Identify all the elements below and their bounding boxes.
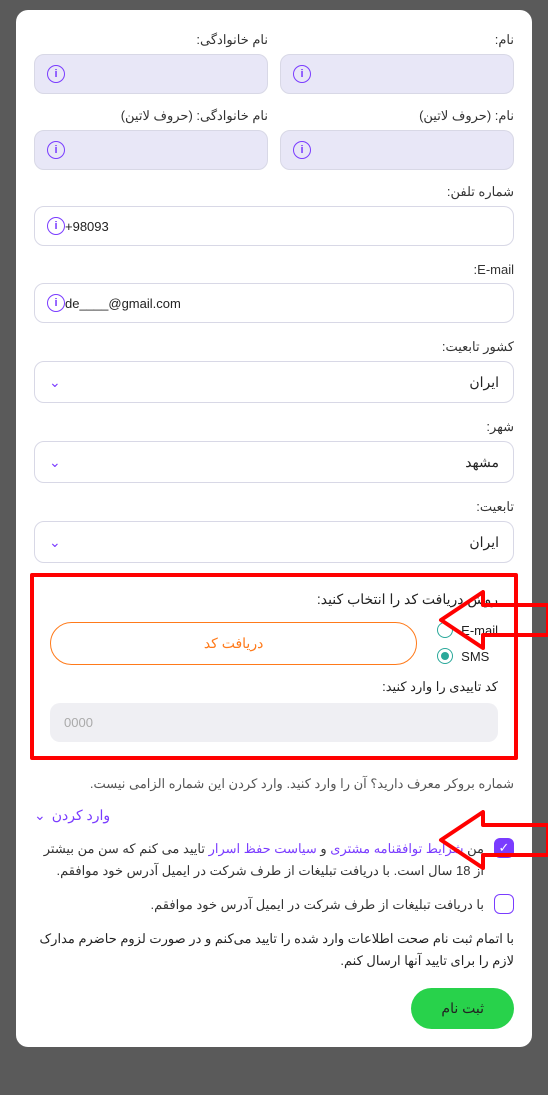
nationality-select[interactable]: ایران ⌄ — [34, 521, 514, 563]
first-name-latin-input[interactable]: i — [280, 130, 514, 170]
chevron-down-icon: ⌄ — [49, 374, 61, 391]
city-select[interactable]: مشهد ⌄ — [34, 441, 514, 483]
country-select[interactable]: ایران ⌄ — [34, 361, 514, 403]
info-icon[interactable]: i — [293, 65, 311, 83]
info-icon[interactable]: i — [47, 141, 65, 159]
ads-checkbox-row: با دریافت تبلیغات از طرف شرکت در ایمیل آ… — [34, 894, 514, 916]
referral-note: شماره بروکر معرف دارید؟ آن را وارد کنید.… — [34, 774, 514, 795]
info-icon[interactable]: i — [293, 141, 311, 159]
code-method-title: روش دریافت کد را انتخاب کنید: — [50, 591, 498, 608]
chevron-down-icon: ⌄ — [49, 454, 61, 471]
referral-toggle[interactable]: وارد کردن ⌄ — [34, 807, 514, 824]
last-name-latin-input[interactable]: i — [34, 130, 268, 170]
email-label: E-mail: — [34, 262, 514, 277]
first-name-latin-label: نام: (حروف لاتین) — [280, 108, 514, 124]
get-code-button[interactable]: دریافت کد — [50, 622, 417, 665]
info-icon[interactable]: i — [47, 217, 65, 235]
confirm-code-input[interactable]: 0000 — [50, 703, 498, 742]
info-icon[interactable]: i — [47, 65, 65, 83]
info-icon[interactable]: i — [47, 294, 65, 312]
first-name-label: نام: — [280, 32, 514, 48]
country-label: کشور تابعیت: — [34, 339, 514, 355]
radio-email[interactable]: E-mail — [437, 622, 498, 638]
email-input[interactable]: de____@gmail.com i — [34, 283, 514, 323]
terms-link[interactable]: شرایط توافقنامه مشتری — [330, 841, 463, 856]
registration-form: نام: i نام خانوادگی: i نام: (حروف لاتین)… — [16, 10, 532, 1047]
last-name-input[interactable]: i — [34, 54, 268, 94]
ads-text: با دریافت تبلیغات از طرف شرکت در ایمیل آ… — [151, 894, 484, 916]
radio-icon — [437, 622, 453, 638]
confirm-code-label: کد تاییدی را وارد کنید: — [50, 679, 498, 695]
nationality-label: تابعیت: — [34, 499, 514, 515]
chevron-down-icon: ⌄ — [34, 807, 46, 824]
ads-checkbox[interactable] — [494, 894, 514, 914]
final-note: با اتمام ثبت نام صحت اطلاعات وارد شده را… — [34, 928, 514, 972]
chevron-down-icon: ⌄ — [49, 534, 61, 551]
radio-sms[interactable]: SMS — [437, 648, 489, 664]
radio-icon — [437, 648, 453, 664]
first-name-input[interactable]: i — [280, 54, 514, 94]
last-name-latin-label: نام خانوادگی: (حروف لاتین) — [34, 108, 268, 124]
last-name-label: نام خانوادگی: — [34, 32, 268, 48]
code-section-highlight: روش دریافت کد را انتخاب کنید: E-mail SMS… — [30, 573, 518, 760]
phone-input[interactable]: +98093 i — [34, 206, 514, 246]
code-method-radio-group: E-mail SMS — [437, 622, 498, 664]
city-label: شهر: — [34, 419, 514, 435]
terms-checkbox[interactable]: ✓ — [494, 838, 514, 858]
phone-label: شماره تلفن: — [34, 184, 514, 200]
privacy-link[interactable]: سیاست حفظ اسرار — [209, 841, 317, 856]
submit-button[interactable]: ثبت نام — [411, 988, 514, 1029]
terms-checkbox-row: ✓ من شرایط توافقنامه مشتری و سیاست حفظ ا… — [34, 838, 514, 882]
terms-text: من شرایط توافقنامه مشتری و سیاست حفظ اسر… — [34, 838, 484, 882]
